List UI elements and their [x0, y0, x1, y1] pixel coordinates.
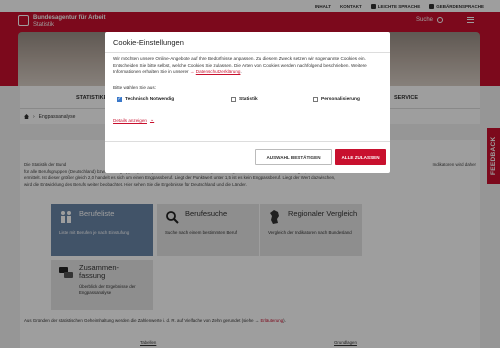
privacy-link[interactable]: Datenschutzerklärung [196, 69, 241, 74]
chevron-down-icon: ⌄ [149, 117, 155, 123]
option-technisch-notwendig[interactable]: ✓ Technisch Notwendig [117, 97, 174, 102]
option-label: Personalisierung [321, 97, 360, 102]
cookie-dialog: Cookie-Einstellungen Wir möchten unsere … [105, 32, 390, 173]
divider [105, 52, 390, 53]
choose-label: Bitte wählen Sie aus: [113, 85, 156, 90]
confirm-selection-button[interactable]: AUSWAHL BESTÄTIGEN [255, 149, 332, 165]
details-label: Details anzeigen [113, 117, 147, 123]
checkbox-checked[interactable]: ✓ [117, 97, 122, 102]
accept-all-button[interactable]: ALLE ZULASSEN [335, 149, 386, 165]
divider [105, 141, 390, 142]
option-label: Statistik [239, 97, 258, 102]
option-label: Technisch Notwendig [125, 97, 175, 102]
checkbox[interactable] [313, 97, 318, 102]
checkbox[interactable] [231, 97, 236, 102]
details-toggle[interactable]: Details anzeigen ⌄ [113, 117, 154, 123]
dialog-text: Wir möchten unsere Online-Angebote auf I… [113, 56, 367, 75]
link-arrow: → [189, 69, 195, 75]
option-personalisierung[interactable]: Personalisierung [313, 97, 360, 102]
option-statistik[interactable]: Statistik [231, 97, 258, 102]
dialog-title: Cookie-Einstellungen [113, 38, 184, 47]
dialog-text-body: Wir möchten unsere Online-Angebote auf I… [113, 56, 367, 75]
